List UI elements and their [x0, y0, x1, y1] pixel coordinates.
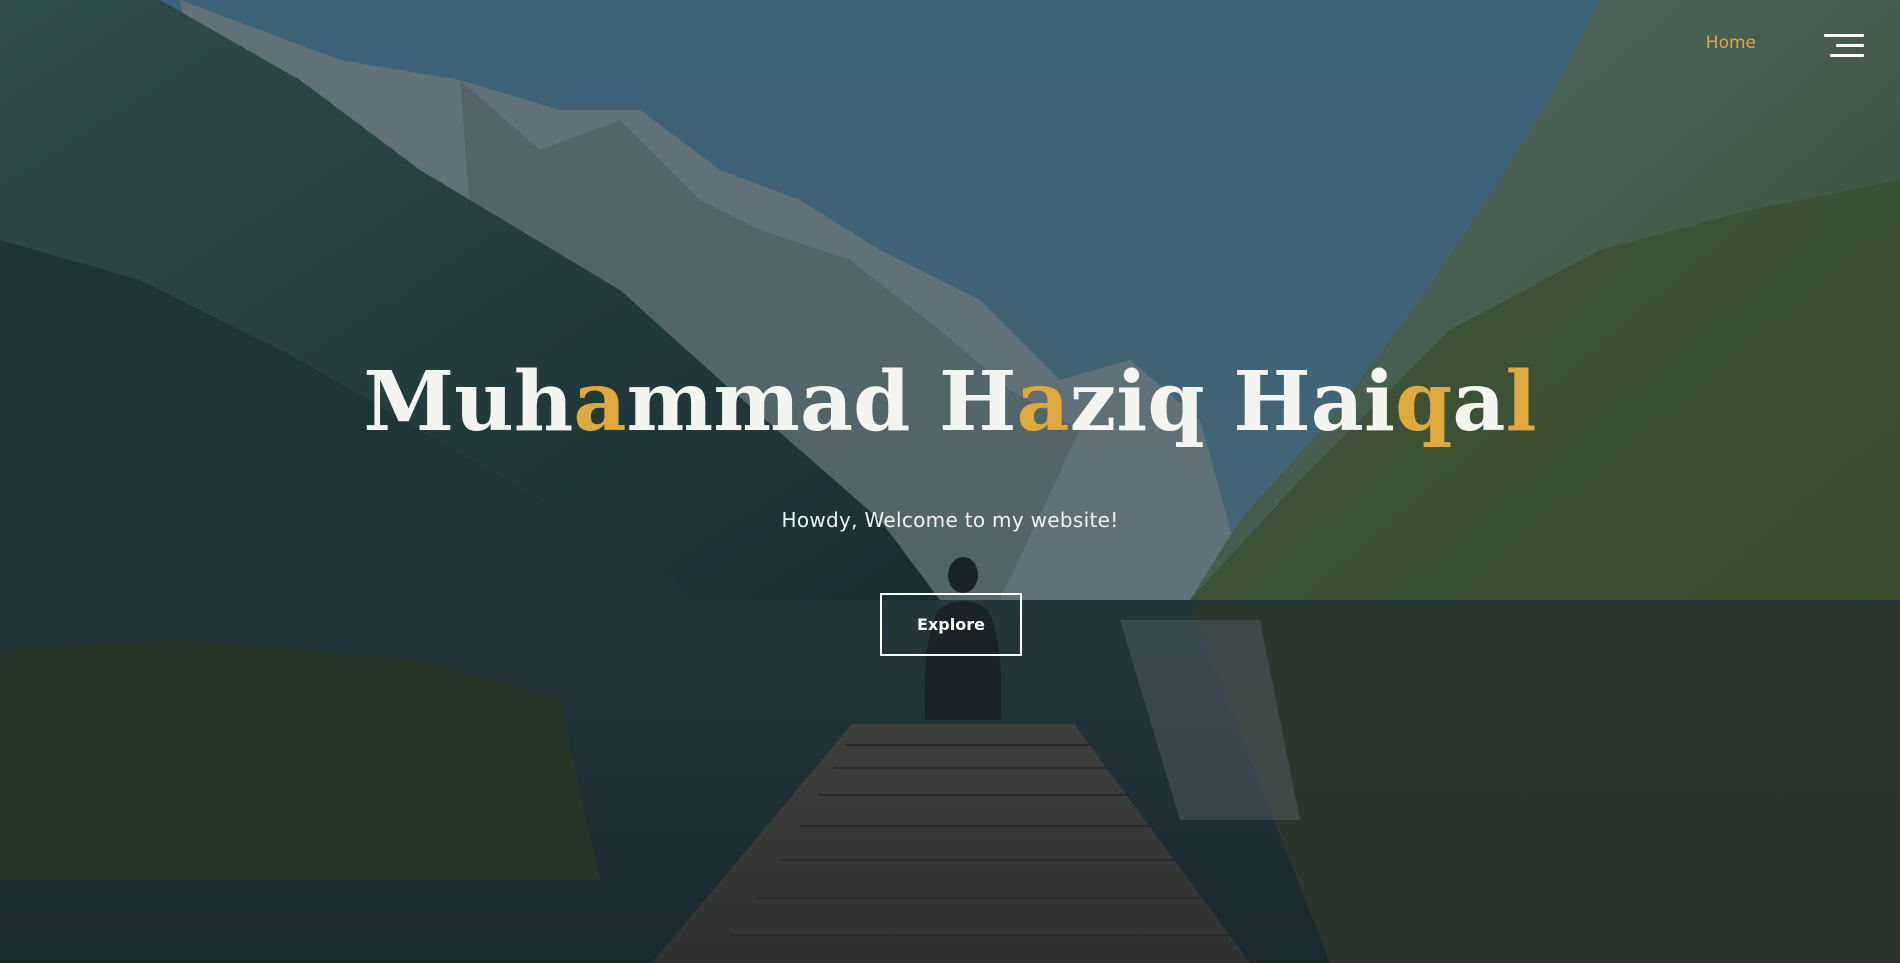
hero-title-segment: ziq Hai	[1069, 354, 1396, 450]
hero-title-accent-letter: a	[1016, 354, 1070, 450]
navbar: Home	[0, 0, 1900, 90]
explore-button[interactable]: Explore	[880, 593, 1022, 656]
hero-title: Muhammad Haziq Haiqal	[0, 352, 1900, 452]
hero-subtitle: Howdy, Welcome to my website!	[781, 508, 1119, 532]
hero-title-segment: mmad H	[626, 354, 1017, 450]
hero-title-segment: Muh	[363, 354, 574, 450]
hero-background-image	[0, 0, 1900, 963]
hero-section: Home Muhammad Haziq Haiqal Howdy, Welcom…	[0, 0, 1900, 963]
hero-title-segment: a	[1452, 354, 1506, 450]
menu-line	[1836, 44, 1864, 47]
hero-title-accent-letter: l	[1505, 354, 1537, 450]
hamburger-menu-icon[interactable]	[1824, 30, 1864, 60]
menu-line	[1824, 34, 1864, 37]
nav-link-home[interactable]: Home	[1706, 33, 1756, 53]
hero-title-accent-letter: q	[1395, 354, 1453, 450]
menu-line	[1830, 54, 1864, 57]
hero-title-accent-letter: a	[573, 354, 627, 450]
